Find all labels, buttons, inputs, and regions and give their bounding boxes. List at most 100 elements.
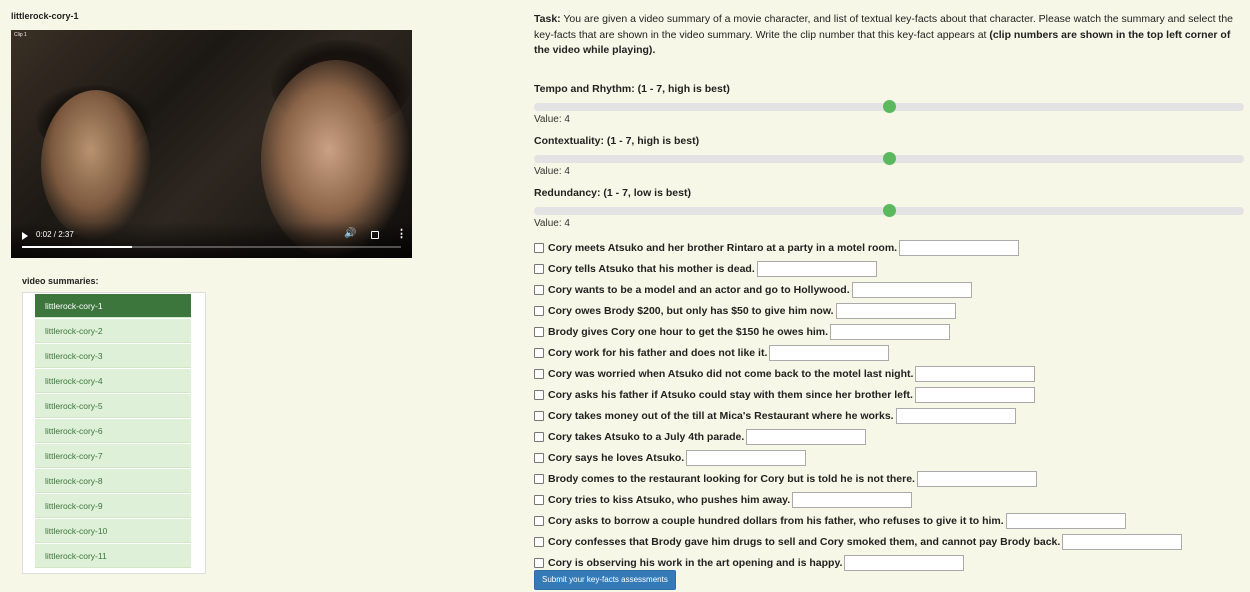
rating-value: Value: 4 xyxy=(534,114,570,125)
key-fact-text: Cory work for his father and does not li… xyxy=(548,347,768,359)
summary-item[interactable]: littlerock-cory-8 xyxy=(35,469,191,493)
key-fact-text: Cory asks his father if Atsuko could sta… xyxy=(548,389,913,401)
clip-number-input[interactable] xyxy=(899,240,1020,256)
key-fact-text: Cory wants to be a model and an actor an… xyxy=(548,284,850,296)
key-fact-row: Cory wants to be a model and an actor an… xyxy=(534,280,972,300)
clip-number-input[interactable] xyxy=(1062,534,1183,550)
key-fact-checkbox[interactable] xyxy=(534,495,544,505)
rating-label: Redundancy: (1 - 7, low is best) xyxy=(534,187,691,199)
key-fact-checkbox[interactable] xyxy=(534,411,544,421)
key-fact-checkbox[interactable] xyxy=(534,327,544,337)
key-fact-text: Cory says he loves Atsuko. xyxy=(548,452,685,464)
clip-number-input[interactable] xyxy=(830,324,951,340)
clip-number-input[interactable] xyxy=(914,387,1035,403)
key-fact-checkbox[interactable] xyxy=(534,306,544,316)
rating-value: Value: 4 xyxy=(534,218,570,229)
clip-number-input[interactable] xyxy=(851,282,972,298)
clip-number-input[interactable] xyxy=(844,555,965,571)
key-fact-row: Cory takes Atsuko to a July 4th parade. xyxy=(534,427,867,447)
key-fact-row: Cory says he loves Atsuko. xyxy=(534,448,807,468)
summary-item[interactable]: littlerock-cory-4 xyxy=(35,369,191,393)
task-end: . xyxy=(652,44,656,56)
key-fact-checkbox[interactable] xyxy=(534,474,544,484)
key-fact-checkbox[interactable] xyxy=(534,348,544,358)
key-fact-row: Cory was worried when Atsuko did not com… xyxy=(534,364,1036,384)
play-icon[interactable] xyxy=(22,232,28,240)
clip-number-input[interactable] xyxy=(835,303,956,319)
key-fact-checkbox[interactable] xyxy=(534,390,544,400)
key-fact-checkbox[interactable] xyxy=(534,243,544,253)
summary-item[interactable]: littlerock-cory-5 xyxy=(35,394,191,418)
rating-value: Value: 4 xyxy=(534,166,570,177)
key-fact-checkbox[interactable] xyxy=(534,369,544,379)
summary-item[interactable]: littlerock-cory-1 xyxy=(35,294,191,318)
key-fact-row: Cory meets Atsuko and her brother Rintar… xyxy=(534,238,1020,258)
key-fact-checkbox[interactable] xyxy=(534,537,544,547)
key-fact-row: Brody gives Cory one hour to get the $15… xyxy=(534,322,951,342)
slider-thumb[interactable] xyxy=(883,152,896,165)
key-fact-text: Cory was worried when Atsuko did not com… xyxy=(548,368,914,380)
rating-slider[interactable] xyxy=(534,204,1244,217)
summary-item[interactable]: littlerock-cory-3 xyxy=(35,344,191,368)
video-summaries-label: video summaries: xyxy=(22,276,99,286)
video-player[interactable]: Clip 1 0:02 / 2:37 🔊 ⋮ xyxy=(11,30,412,258)
key-fact-row: Cory asks his father if Atsuko could sta… xyxy=(534,385,1035,405)
task-label: Task: xyxy=(534,13,561,25)
video-progress-fill xyxy=(22,246,132,248)
video-controls: 0:02 / 2:37 🔊 ⋮ xyxy=(11,222,412,258)
key-fact-checkbox[interactable] xyxy=(534,285,544,295)
key-fact-row: Cory takes money out of the till at Mica… xyxy=(534,406,1016,426)
key-fact-row: Cory confesses that Brody gave him drugs… xyxy=(534,532,1183,552)
task-description: Task: You are given a video summary of a… xyxy=(534,12,1242,59)
video-progress-bar[interactable] xyxy=(22,246,401,248)
rating-slider[interactable] xyxy=(534,100,1244,113)
key-fact-row: Brody comes to the restaurant looking fo… xyxy=(534,469,1037,489)
slider-thumb[interactable] xyxy=(883,100,896,113)
key-fact-text: Brody gives Cory one hour to get the $15… xyxy=(548,326,829,338)
clip-number-input[interactable] xyxy=(792,492,913,508)
summary-item[interactable]: littlerock-cory-9 xyxy=(35,494,191,518)
clip-title: littlerock-cory-1 xyxy=(11,11,79,21)
key-fact-checkbox[interactable] xyxy=(534,432,544,442)
key-fact-row: Cory asks to borrow a couple hundred dol… xyxy=(534,511,1126,531)
video-summaries-list: littlerock-cory-1 littlerock-cory-2 little… xyxy=(22,292,206,574)
key-fact-checkbox[interactable] xyxy=(534,558,544,568)
key-fact-text: Cory takes Atsuko to a July 4th parade. xyxy=(548,431,745,443)
fullscreen-icon[interactable] xyxy=(371,231,379,239)
key-fact-text: Cory tells Atsuko that his mother is dea… xyxy=(548,263,755,275)
rating-slider[interactable] xyxy=(534,152,1244,165)
key-fact-text: Cory takes money out of the till at Mica… xyxy=(548,410,894,422)
clip-number-input[interactable] xyxy=(756,261,877,277)
summary-item[interactable]: littlerock-cory-7 xyxy=(35,444,191,468)
clip-number-input[interactable] xyxy=(1005,513,1126,529)
volume-icon[interactable]: 🔊 xyxy=(344,228,356,239)
slider-thumb[interactable] xyxy=(883,204,896,217)
clip-number-input[interactable] xyxy=(769,345,890,361)
clip-number-input[interactable] xyxy=(916,471,1037,487)
more-options-icon[interactable]: ⋮ xyxy=(396,227,407,240)
key-fact-text: Cory owes Brody $200, but only has $50 t… xyxy=(548,305,834,317)
summary-item[interactable]: littlerock-cory-10 xyxy=(35,519,191,543)
key-fact-text: Cory tries to kiss Atsuko, who pushes hi… xyxy=(548,494,791,506)
key-fact-checkbox[interactable] xyxy=(534,453,544,463)
rating-label: Contextuality: (1 - 7, high is best) xyxy=(534,135,700,147)
key-fact-row: Cory tells Atsuko that his mother is dea… xyxy=(534,259,877,279)
key-fact-text: Cory asks to borrow a couple hundred dol… xyxy=(548,515,1004,527)
summary-item[interactable]: littlerock-cory-2 xyxy=(35,319,191,343)
key-fact-text: Cory confesses that Brody gave him drugs… xyxy=(548,536,1061,548)
summary-item[interactable]: littlerock-cory-11 xyxy=(35,544,191,568)
clip-number-label: Clip 1 xyxy=(14,32,27,38)
clip-number-input[interactable] xyxy=(915,366,1036,382)
key-fact-row: Cory owes Brody $200, but only has $50 t… xyxy=(534,301,956,321)
video-frame-detail xyxy=(41,90,151,240)
key-fact-checkbox[interactable] xyxy=(534,516,544,526)
video-time: 0:02 / 2:37 xyxy=(36,230,74,239)
clip-number-input[interactable] xyxy=(746,429,867,445)
summary-item[interactable]: littlerock-cory-6 xyxy=(35,419,191,443)
key-fact-row: Cory tries to kiss Atsuko, who pushes hi… xyxy=(534,490,913,510)
key-fact-checkbox[interactable] xyxy=(534,264,544,274)
submit-button[interactable]: Submit your key-facts assessments xyxy=(534,570,676,590)
clip-number-input[interactable] xyxy=(686,450,807,466)
key-fact-text: Brody comes to the restaurant looking fo… xyxy=(548,473,915,485)
clip-number-input[interactable] xyxy=(895,408,1016,424)
